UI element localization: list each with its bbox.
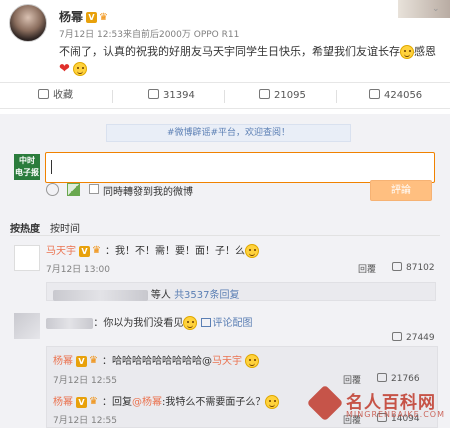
post-text: 不闹了，认真的祝我的好朋友马天宇同学生日快乐，希望我们友谊长存 感恩 ❤ (59, 43, 444, 78)
comment-like-count: 87102 (406, 263, 435, 273)
weibo-post: 杨幂 V ♛ 7月12日 12:53来自前后2000万 OPPO R11 不闹了，认… (0, 0, 450, 80)
redacted-username: xxxxxxxx (46, 318, 94, 329)
crown-icon: ♛ (89, 396, 98, 407)
comment-input[interactable] (45, 152, 435, 183)
action-bar: 收藏 31394 21095 424056 (0, 82, 450, 109)
author-name-text[interactable]: 杨幂 (59, 10, 83, 24)
verified-badge-icon: V (86, 12, 98, 23)
reply-text: 杨幂 V ♛ ：哈哈哈哈哈哈哈哈哈@马天宇 (53, 352, 260, 368)
mention-link[interactable]: @杨幂 (132, 397, 162, 408)
crown-icon: ♛ (89, 355, 98, 366)
crown-icon: ♛ (99, 11, 108, 23)
post-text-tail: 感恩 (414, 45, 436, 58)
verified-badge-icon: V (76, 396, 87, 408)
commenter-avatar[interactable] (14, 245, 40, 271)
divider (336, 90, 337, 103)
heart-emoji-icon: ❤ (59, 61, 70, 77)
emoji-picker-icon[interactable] (46, 183, 59, 196)
reply-body: ：哈哈哈哈哈哈哈哈哈@ (102, 356, 212, 367)
like-button[interactable]: 424056 (369, 83, 422, 109)
collect-button[interactable]: 收藏 (38, 83, 73, 109)
commenter-name[interactable]: 马天宇 (46, 246, 76, 257)
comment-picture-label: 评论配图 (212, 318, 253, 329)
comment-count: 21095 (274, 90, 306, 101)
submit-comment-button[interactable]: 評論 (370, 180, 432, 201)
comment-icon (259, 89, 270, 99)
comment-body: ：我！不！需！要！面！子！么 (105, 246, 245, 257)
smile-emoji-icon (400, 45, 414, 59)
comment-picture-link[interactable]: 评论配图 (200, 318, 253, 329)
author-avatar[interactable] (9, 4, 47, 42)
reply-time: 7月12日 12:55 (53, 416, 117, 426)
thumbs-up-icon (377, 373, 387, 382)
rumor-notice-link[interactable]: #微博辟谣#平台，欢迎查阅！ (106, 124, 351, 142)
comment-like-button[interactable]: 87102 (392, 262, 435, 273)
redacted-usernames: xxxxxxxxxxxxxxxx (53, 290, 148, 301)
text-caret (51, 160, 52, 174)
divider (10, 235, 440, 236)
reply-body-pre: ：回复 (102, 397, 132, 408)
crown-icon: ♛ (92, 245, 101, 256)
site-logo-icon (306, 384, 344, 422)
thumbs-up-icon (392, 332, 402, 341)
bookmark-icon (38, 89, 49, 99)
cry-emoji-icon (73, 62, 88, 76)
replies-summary-text: xxxxxxxxxxxxxxxx 等人 共3537条回复 (53, 286, 240, 301)
reply-button[interactable]: 回覆 (358, 262, 376, 275)
reply-text: 杨幂 V ♛ ：回复@杨幂:我特么不需要面子么？ (53, 393, 280, 409)
smirk-emoji-icon (265, 395, 280, 409)
thumbs-up-icon (392, 262, 402, 271)
shocked-emoji-icon (245, 244, 259, 258)
site-watermark: 名人百科网 MINGRENBAIKE.COM (300, 384, 450, 428)
comment-button[interactable]: 21095 (259, 83, 306, 109)
replies-summary[interactable]: xxxxxxxxxxxxxxxx 等人 共3537条回复 (46, 282, 436, 301)
comment-text: 马天宇 V ♛ ：我！不！需！要！面！子！么 (46, 242, 259, 258)
comment-text: xxxxxxxx：你以为我们没看见 评论配图 (46, 314, 253, 330)
author-name[interactable]: 杨幂 V ♛ (59, 8, 112, 25)
commenter-avatar[interactable] (14, 313, 40, 339)
view-replies-link[interactable]: 共3537条回复 (174, 290, 239, 301)
picture-icon (200, 318, 211, 327)
divider (224, 90, 225, 103)
tab-sort-time[interactable]: 按时间 (50, 224, 80, 235)
reply-author[interactable]: 杨幂 (53, 356, 73, 367)
reply-author[interactable]: 杨幂 (53, 397, 73, 408)
watermark-subtitle: MINGRENBAIKE.COM (346, 410, 445, 419)
image-upload-icon[interactable] (67, 183, 80, 196)
smile-emoji-icon (183, 316, 198, 330)
comment-area: #微博辟谣#平台，欢迎查阅！ 中时 电子报 同時轉發到我的微博 評論 按热度 按时… (0, 114, 450, 428)
reply-like-count: 21766 (391, 374, 420, 384)
reply-body: :我特么不需要面子么？ (162, 397, 266, 408)
smile-emoji-icon (245, 354, 260, 368)
mention-link[interactable]: 马天宇 (212, 356, 242, 367)
comment-like-button[interactable]: 27449 (392, 332, 435, 343)
comment-time: 7月12日 13:00 (46, 265, 110, 275)
comment-like-count: 27449 (406, 333, 435, 343)
post-text-body: 不闹了，认真的祝我的好朋友马天宇同学生日快乐，希望我们友谊长存 (59, 45, 400, 58)
sort-tabs: 按热度 按时间 (10, 220, 90, 235)
thumbs-up-icon (369, 89, 380, 99)
collect-label: 收藏 (53, 90, 73, 101)
verified-badge-icon: V (76, 355, 87, 367)
reply-time: 7月12日 12:55 (53, 376, 117, 386)
chevron-down-icon[interactable]: ⌄ (432, 4, 440, 14)
verified-badge-icon: V (79, 245, 90, 257)
tab-sort-hot[interactable]: 按热度 (10, 224, 40, 235)
replies-summary-mid: 等人 (150, 290, 171, 301)
divider (112, 90, 113, 103)
corner-thumbnail[interactable] (398, 0, 450, 18)
forward-checkbox-label: 同時轉發到我的微博 (103, 187, 193, 198)
forward-checkbox[interactable] (89, 184, 99, 194)
post-meta: 7月12日 12:53来自前后2000万 OPPO R11 (59, 30, 240, 40)
forward-icon (148, 89, 159, 99)
forward-button[interactable]: 31394 (148, 83, 195, 109)
like-count: 424056 (384, 90, 423, 101)
forward-count: 31394 (163, 90, 195, 101)
comment-body: ：你以为我们没看见 (93, 318, 184, 329)
reply-like-button[interactable]: 21766 (377, 373, 420, 384)
user-logo: 中时 电子报 (14, 154, 40, 180)
